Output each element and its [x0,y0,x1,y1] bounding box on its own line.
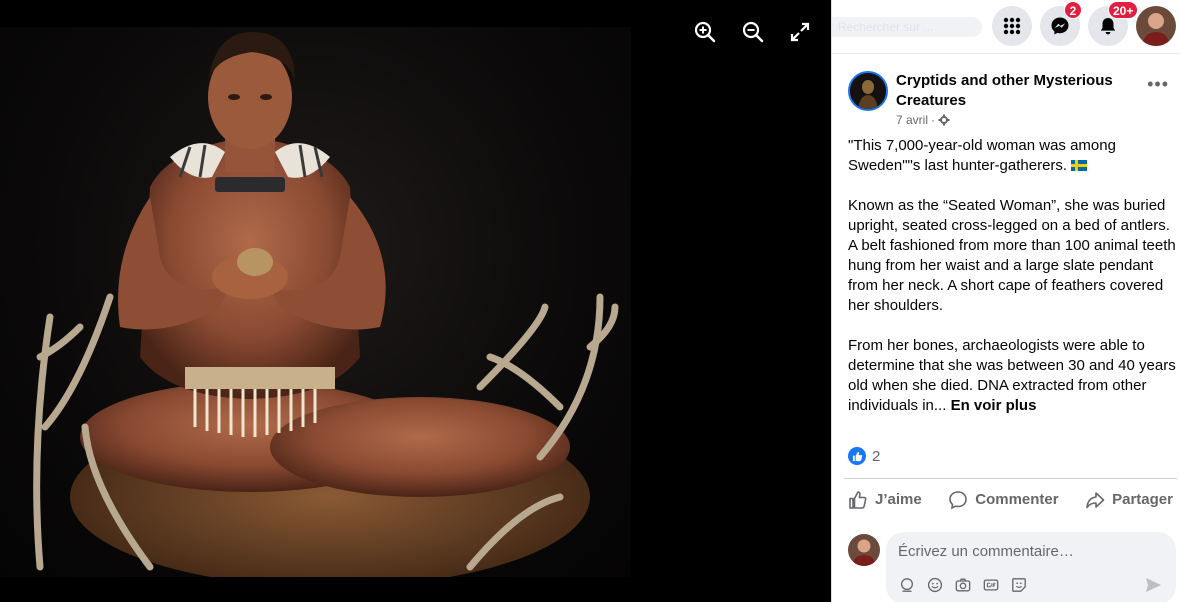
page-avatar[interactable] [848,71,888,111]
menu-button[interactable] [992,6,1032,46]
comment-tools [898,576,1028,594]
user-avatar[interactable] [848,534,880,566]
comment-bubble-icon [949,490,968,509]
photo-viewer [0,0,831,602]
grid-menu-icon [1003,17,1021,35]
share-arrow-icon [1086,491,1105,508]
post-paragraph: From her bones, archaeologists were able… [848,337,1176,414]
comment-input[interactable] [898,540,1158,562]
like-button[interactable]: J’aime [844,490,926,510]
post-paragraph: Known as the “Seated Woman”, she was bur… [848,197,1176,314]
comment-button[interactable]: Commenter [944,490,1062,510]
messenger-button[interactable]: 2 [1040,1,1082,46]
account-avatar[interactable] [1136,6,1176,46]
fullscreen-button[interactable] [786,18,814,46]
send-icon[interactable] [1144,576,1162,594]
post-paragraph: "This 7,000-year-old woman was among Swe… [848,137,1116,174]
thumbs-up-icon [849,490,867,509]
gif-icon[interactable] [982,576,1000,594]
emoji-icon[interactable] [926,576,944,594]
share-button[interactable]: Partager [1081,490,1177,510]
messenger-icon [1051,17,1069,35]
zoom-in-icon [694,21,716,43]
swedish-flag-icon [1071,160,1088,171]
post-photo[interactable] [0,27,631,577]
bell-icon [1100,18,1116,35]
sticker-icon[interactable] [1010,576,1028,594]
reactions-summary[interactable]: 2 [848,447,880,465]
seated-woman-photo [33,32,619,577]
post-meta: 7 avril · [896,113,950,127]
like-count: 2 [872,447,881,465]
more-options-icon[interactable]: ••• [1147,75,1169,93]
zoom-out-button[interactable] [739,18,767,46]
top-navigation: Rechercher sur ... 2 20+ [832,0,1180,54]
avatar-sticker-icon[interactable] [898,576,916,594]
page-name-link[interactable]: Cryptids and other Mysterious Creatures [896,71,1126,111]
camera-icon[interactable] [954,576,972,594]
zoom-in-button[interactable] [691,18,719,46]
gear-icon [938,114,950,126]
post-panel: Rechercher sur ... 2 20+ Cryptids and ot… [831,0,1180,602]
notifications-button[interactable]: 20+ [1088,1,1139,46]
messenger-badge: 2 [1064,1,1082,19]
post-date[interactable]: 7 avril [896,113,928,127]
zoom-out-icon [742,21,764,43]
comment-input-container[interactable] [886,532,1176,602]
like-reaction-icon [848,447,866,465]
post-header: Cryptids and other Mysterious Creatures … [848,71,1173,131]
post-actions: J’aime Commenter Partager [844,478,1177,520]
expand-icon [790,22,810,42]
post-body: "This 7,000-year-old woman was among Swe… [848,136,1176,436]
see-more-link[interactable]: En voir plus [951,397,1037,414]
notifications-badge: 20+ [1108,1,1139,19]
search-field-ghost[interactable]: Rechercher sur ... [832,17,982,37]
